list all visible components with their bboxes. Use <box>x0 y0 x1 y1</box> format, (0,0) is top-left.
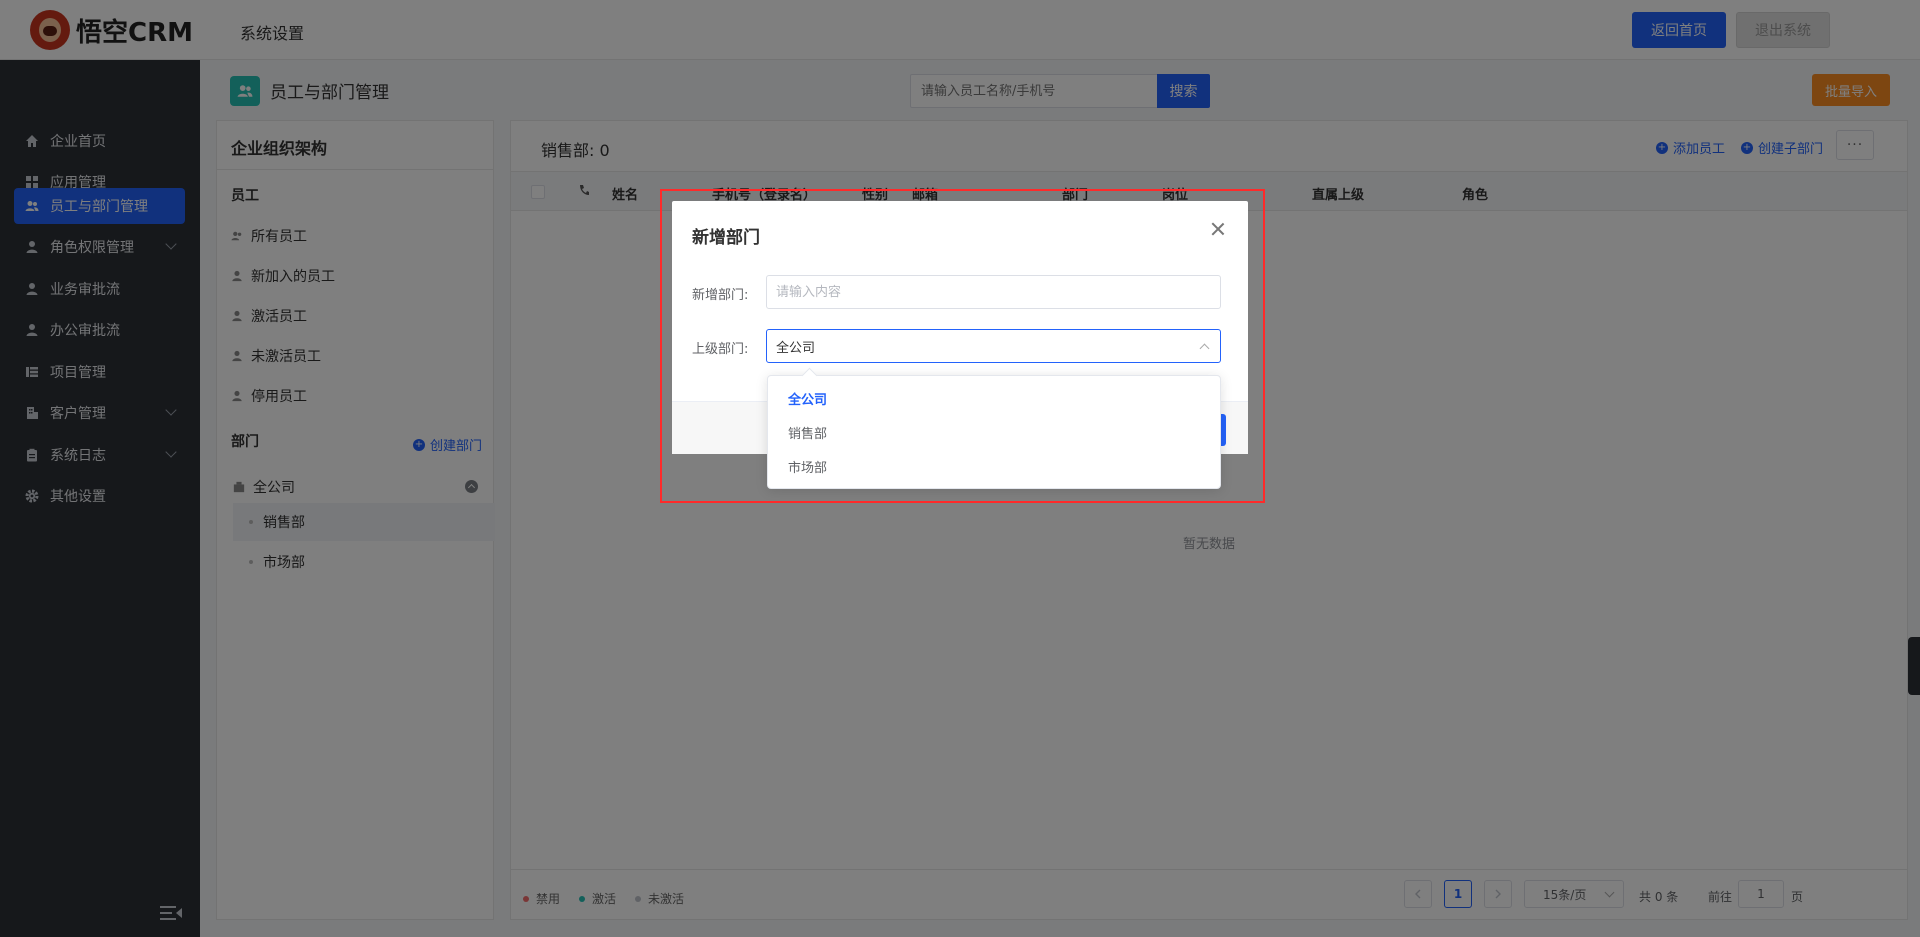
highlight-annotation-box <box>660 189 1265 503</box>
